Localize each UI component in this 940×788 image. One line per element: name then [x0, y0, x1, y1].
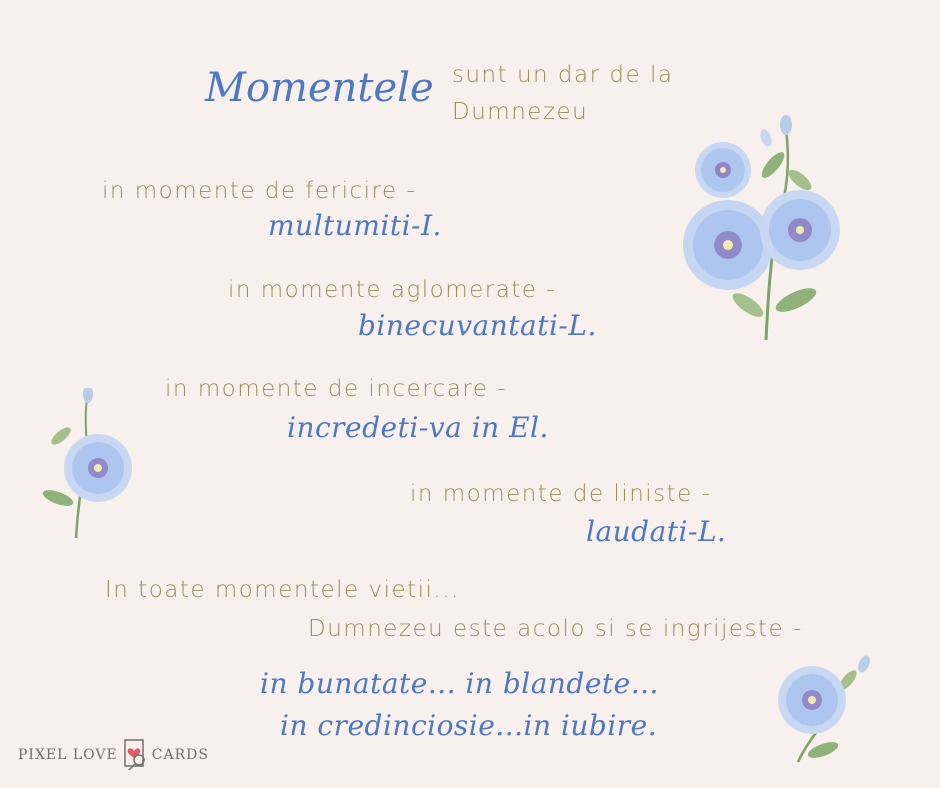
hibiscus-flower-icon — [42, 388, 132, 539]
logo-text-right: CARDS — [151, 747, 209, 763]
closing-line-2: Dumnezeu este acolo si se ingrijeste - — [308, 616, 803, 642]
greeting-card: Momentele sunt un dar de la Dumnezeu in … — [0, 0, 940, 788]
title-line-2: Dumnezeu — [452, 99, 589, 125]
verse-response-2: binecuvantati-L. — [358, 309, 597, 342]
verse-lead-1: in momente de fericire - — [102, 178, 417, 204]
logo-text-left: PIXEL LOVE — [18, 747, 118, 763]
brand-logo: PIXEL LOVE CARDS — [18, 738, 209, 772]
closing-script-1: in bunatate... in blandete... — [260, 667, 659, 700]
hibiscus-flower-icon — [778, 655, 870, 763]
verse-lead-2: in momente aglomerate - — [228, 277, 557, 303]
title-line-1: sunt un dar de la — [452, 62, 674, 88]
closing-line-1: In toate momentele vietii... — [105, 577, 460, 603]
hibiscus-flower-icon — [683, 115, 840, 341]
verse-response-4: laudati-L. — [586, 515, 727, 548]
pixel-love-cards-logo-icon — [124, 739, 145, 771]
title-script: Momentele — [205, 65, 434, 111]
verse-response-3: incredeti-va in El. — [287, 411, 549, 444]
verse-response-1: multumiti-I. — [268, 209, 442, 242]
closing-script-2: in credinciosie...in iubire. — [280, 709, 658, 742]
verse-lead-3: in momente de incercare - — [165, 376, 508, 402]
verse-lead-4: in momente de liniste - — [410, 481, 712, 507]
